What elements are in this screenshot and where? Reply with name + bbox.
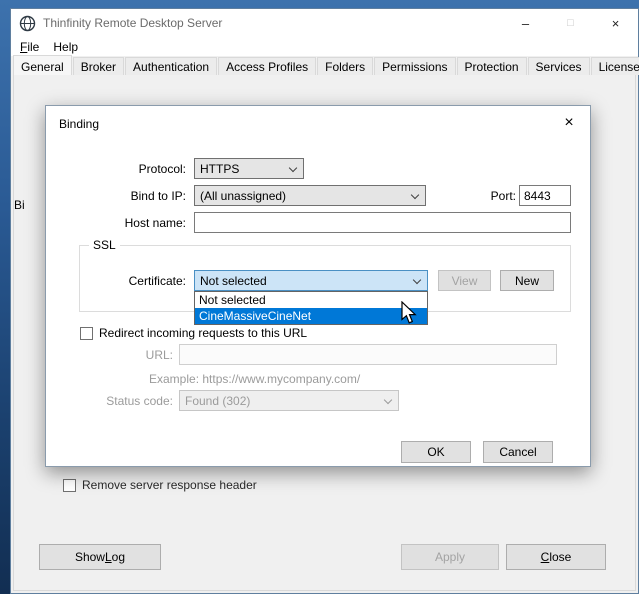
remove-server-header-label: Remove server response header (82, 478, 257, 492)
dialog-close-icon: × (564, 114, 573, 132)
certificate-value: Not selected (200, 274, 267, 288)
tab-protection[interactable]: Protection (457, 57, 527, 75)
show-log-button[interactable]: Show Log (39, 544, 161, 570)
status-code-combobox: Found (302) (179, 390, 399, 411)
bind-ip-label: Bind to IP: (46, 189, 186, 203)
dialog-close-button[interactable]: × (558, 113, 580, 133)
certificate-label: Certificate: (46, 274, 186, 288)
tab-folders[interactable]: Folders (317, 57, 373, 75)
status-code-label: Status code: (46, 394, 173, 408)
redirect-checkbox[interactable] (80, 327, 93, 340)
window-title: Thinfinity Remote Desktop Server (43, 16, 222, 30)
status-code-value: Found (302) (185, 394, 250, 408)
app-icon (19, 15, 36, 32)
certificate-dropdown-list: Not selected CineMassiveCineNet (194, 291, 428, 325)
ok-button[interactable]: OK (401, 441, 471, 463)
tab-services[interactable]: Services (528, 57, 590, 75)
ssl-group-label: SSL (89, 238, 120, 252)
background-binding-group-label-fragment: Bi (14, 198, 25, 212)
close-window-button[interactable]: Close (506, 544, 606, 570)
minimize-icon: – (522, 16, 529, 31)
host-name-label: Host name: (46, 216, 186, 230)
close-icon: × (612, 16, 620, 31)
protocol-label: Protocol: (46, 162, 186, 176)
maximize-icon: □ (567, 17, 574, 29)
binding-dialog: Binding × Protocol: HTTPS Bind to IP: (A… (45, 105, 591, 467)
url-label: URL: (46, 348, 173, 362)
chevron-down-icon (289, 164, 297, 172)
tab-broker[interactable]: Broker (73, 57, 124, 75)
tabstrip: General Broker Authentication Access Pro… (13, 57, 636, 76)
maximize-button: □ (548, 9, 593, 37)
cancel-button[interactable]: Cancel (483, 441, 553, 463)
port-label: Port: (476, 189, 516, 203)
redirect-row: Redirect incoming requests to this URL (80, 326, 307, 340)
close-button[interactable]: × (593, 9, 638, 37)
menubar: File Help (11, 37, 638, 56)
certificate-combobox[interactable]: Not selected (194, 270, 428, 291)
protocol-value: HTTPS (200, 162, 239, 176)
bind-ip-combobox[interactable]: (All unassigned) (194, 185, 426, 206)
chevron-down-icon (384, 396, 392, 404)
url-example-text: Example: https://www.mycompany.com/ (149, 372, 360, 386)
apply-button: Apply (401, 544, 499, 570)
tab-authentication[interactable]: Authentication (125, 57, 217, 75)
protocol-combobox[interactable]: HTTPS (194, 158, 304, 179)
chevron-down-icon (413, 276, 421, 284)
titlebar[interactable]: Thinfinity Remote Desktop Server – □ × (11, 9, 638, 37)
bind-ip-value: (All unassigned) (200, 189, 286, 203)
new-certificate-button[interactable]: New (500, 270, 554, 291)
dropdown-item-not-selected[interactable]: Not selected (195, 292, 427, 308)
view-certificate-button: View (438, 270, 491, 291)
minimize-button[interactable]: – (503, 9, 548, 37)
tab-license[interactable]: License (591, 57, 639, 75)
menu-file[interactable]: File (13, 38, 46, 56)
redirect-label: Redirect incoming requests to this URL (99, 326, 307, 340)
remove-server-header-checkbox[interactable] (63, 479, 76, 492)
binding-dialog-title[interactable]: Binding (59, 117, 99, 131)
tab-access-profiles[interactable]: Access Profiles (218, 57, 316, 75)
remove-server-header-row: Remove server response header (63, 478, 257, 492)
host-name-input[interactable] (194, 212, 571, 233)
dropdown-item-cinemassivecinenet[interactable]: CineMassiveCineNet (195, 308, 427, 324)
caption-buttons: – □ × (503, 9, 638, 37)
tab-general[interactable]: General (13, 55, 72, 76)
port-input[interactable] (519, 185, 571, 206)
tab-permissions[interactable]: Permissions (374, 57, 455, 75)
url-input (179, 344, 557, 365)
menu-help[interactable]: Help (46, 38, 85, 56)
chevron-down-icon (411, 191, 419, 199)
